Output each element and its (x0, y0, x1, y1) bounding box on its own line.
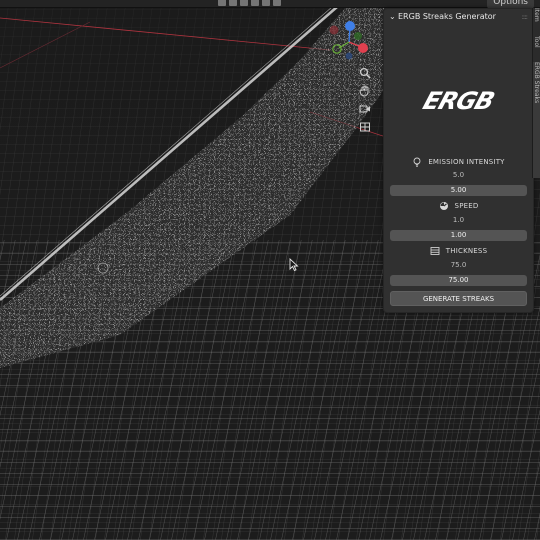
overlay-icon[interactable] (229, 0, 237, 6)
thickness-field[interactable]: 75.00 (390, 275, 527, 286)
navigation-gizmo[interactable] (325, 18, 373, 66)
viewport-header-icons[interactable] (218, 0, 281, 7)
panel-title: ERGB Streaks Generator (398, 12, 496, 21)
gizmo-z-axis[interactable] (345, 21, 355, 31)
viewport-header: Options (0, 0, 540, 9)
tab-item[interactable]: Item (532, 8, 540, 36)
ergb-logo: ERGB (420, 87, 498, 115)
proportional-edit-icon[interactable] (262, 0, 270, 6)
emission-intensity-header: EMISSION INTENSITY (384, 155, 533, 169)
lightbulb-icon (412, 157, 422, 167)
gizmo-neg-y-axis[interactable] (332, 44, 342, 54)
speed-gauge-icon (439, 201, 449, 211)
generate-streaks-button[interactable]: GENERATE STREAKS (390, 291, 527, 306)
tab-tool[interactable]: Tool (532, 36, 540, 62)
panel-header[interactable]: ⌄ ERGB Streaks Generator :::: (384, 9, 533, 27)
thickness-value: 75.0 (450, 261, 467, 269)
collapse-chevron-icon[interactable]: ⌄ (389, 12, 396, 21)
gizmo-y-axis[interactable] (354, 32, 362, 40)
gizmo-neg-x-axis[interactable] (329, 25, 339, 35)
thickness-icon (430, 246, 440, 256)
emission-intensity-label: EMISSION INTENSITY (428, 158, 505, 166)
speed-field[interactable]: 1.00 (390, 230, 527, 241)
emission-intensity-value: 5.0 (452, 171, 465, 179)
speed-value: 1.0 (452, 216, 465, 224)
grid-toggle-icon[interactable] (356, 118, 374, 136)
mouse-cursor-icon (289, 258, 299, 272)
speed-header: SPEED (384, 199, 533, 213)
gizmo-neg-z-axis[interactable] (345, 52, 353, 60)
display-mode-icon[interactable] (273, 0, 281, 6)
hand-pan-icon[interactable] (356, 82, 374, 100)
tab-ergb-streaks[interactable]: ERGB Streaks (532, 62, 540, 178)
addon-panel: ⌄ ERGB Streaks Generator :::: ERGB EMISS… (383, 8, 534, 313)
sidebar-tabs: Item Tool ERGB Streaks (532, 8, 540, 178)
zoom-icon[interactable] (356, 64, 374, 82)
gizmo-toggle-icon[interactable] (240, 0, 248, 6)
thickness-header: THICKNESS (384, 244, 533, 258)
shading-mode-icon[interactable] (218, 0, 226, 6)
snapping-icon[interactable] (251, 0, 259, 6)
svg-text:ERGB: ERGB (420, 87, 498, 115)
drag-grip-icon[interactable]: :::: (522, 13, 529, 21)
emission-intensity-field[interactable]: 5.00 (390, 185, 527, 196)
thickness-label: THICKNESS (445, 247, 488, 255)
speed-label: SPEED (454, 202, 479, 210)
camera-icon[interactable] (356, 100, 374, 118)
gizmo-x-axis[interactable] (358, 43, 368, 53)
